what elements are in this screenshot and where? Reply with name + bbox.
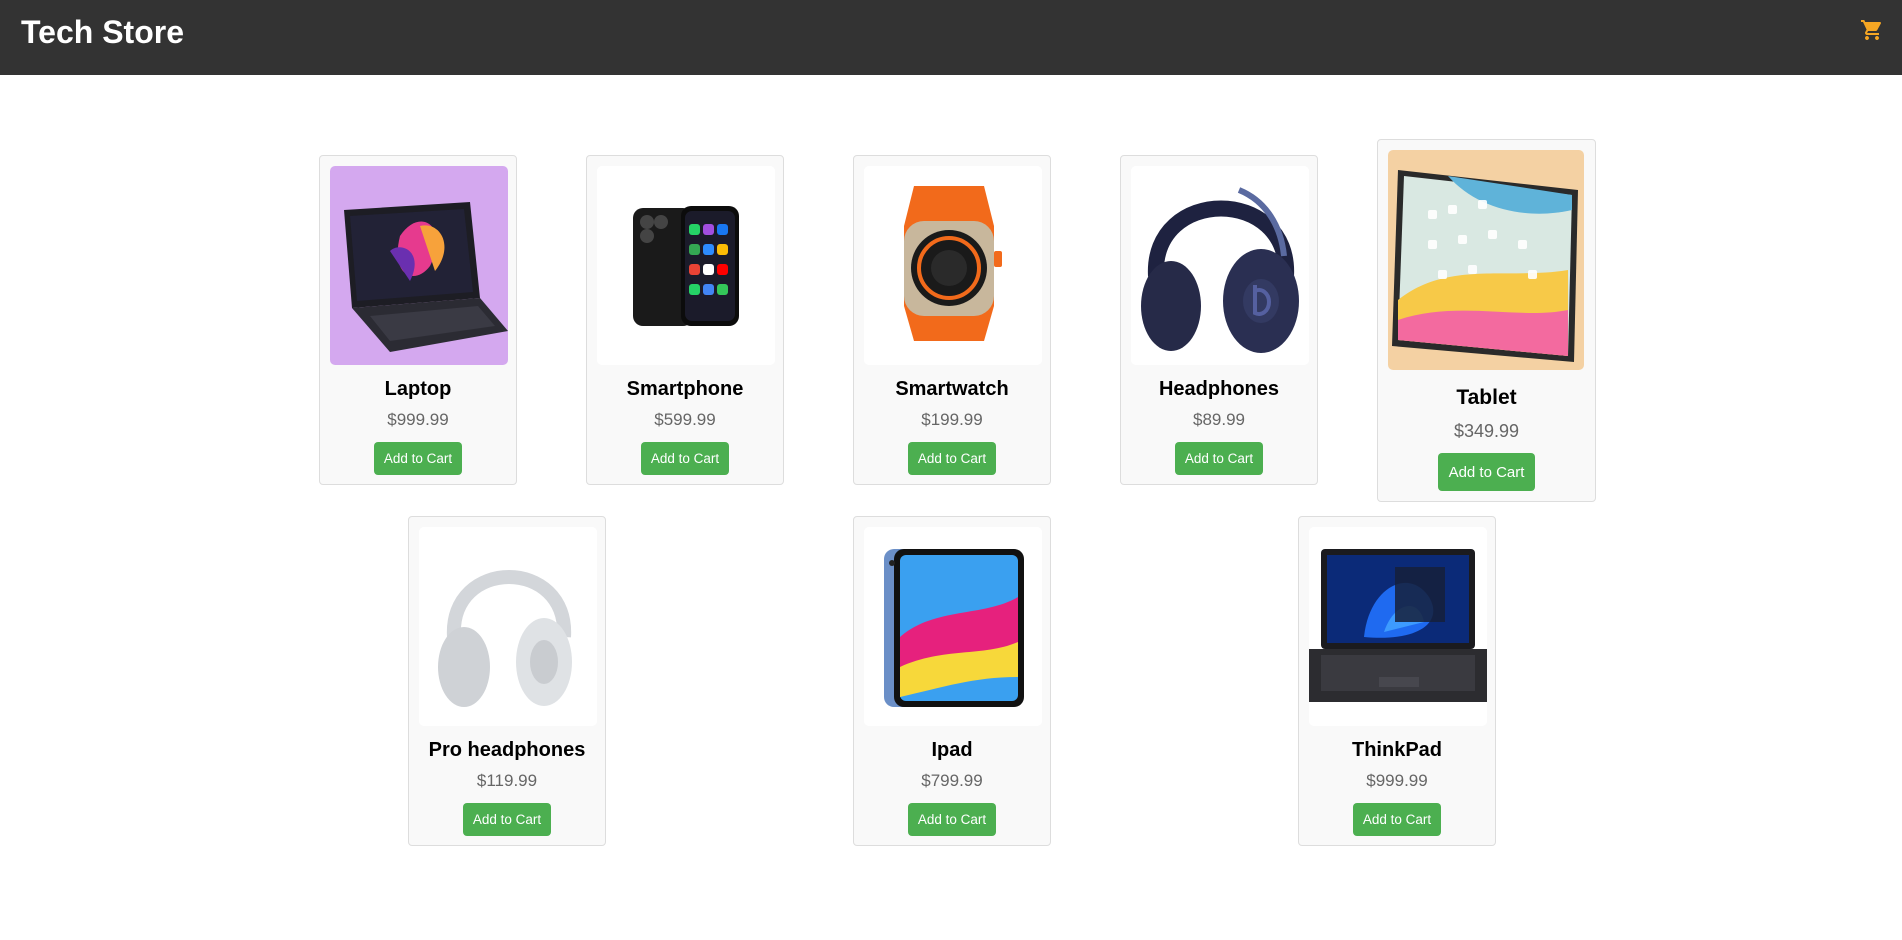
thinkpad-image: [1309, 527, 1487, 726]
add-to-cart-button[interactable]: Add to Cart: [1175, 442, 1263, 475]
product-name: Ipad: [931, 739, 973, 761]
add-to-cart-button[interactable]: Add to Cart: [908, 442, 996, 475]
product-name: Headphones: [1158, 378, 1280, 400]
product-name: Smartphone: [626, 378, 744, 400]
ipad-image: [864, 527, 1042, 726]
product-price: $199.99: [921, 410, 983, 429]
product-card: Laptop $999.99 Add to Cart: [319, 155, 517, 485]
pro-headphones-image: [419, 527, 597, 726]
product-price: $89.99: [1193, 410, 1245, 429]
site-header: Tech Store: [0, 0, 1902, 75]
product-card: Pro headphones $119.99 Add to Cart: [408, 516, 606, 846]
product-price: $999.99: [387, 410, 449, 429]
add-to-cart-button[interactable]: Add to Cart: [463, 803, 551, 836]
product-card: Ipad $799.99 Add to Cart: [853, 516, 1051, 846]
add-to-cart-button[interactable]: Add to Cart: [1438, 453, 1535, 491]
product-card: Smartphone $599.99 Add to Cart: [586, 155, 784, 485]
product-card: ThinkPad $999.99 Add to Cart: [1298, 516, 1496, 846]
headphones-image: [1131, 166, 1309, 365]
product-price: $599.99: [654, 410, 716, 429]
add-to-cart-button[interactable]: Add to Cart: [374, 442, 462, 475]
product-price: $119.99: [476, 771, 538, 790]
product-name: Pro headphones: [428, 739, 586, 761]
product-name: ThinkPad: [1351, 739, 1442, 761]
product-price: $999.99: [1366, 771, 1428, 790]
laptop-image: [330, 166, 508, 365]
product-price: $799.99: [921, 771, 983, 790]
product-price: $349.99: [1453, 421, 1520, 441]
store-title: Tech Store: [21, 14, 184, 50]
shopping-cart-icon[interactable]: [1860, 18, 1884, 42]
smartphone-image: [597, 166, 775, 365]
tablet-image: [1388, 150, 1584, 370]
product-card: Headphones $89.99 Add to Cart: [1120, 155, 1318, 485]
product-name: Tablet: [1456, 386, 1517, 409]
product-name: Smartwatch: [895, 378, 1009, 400]
add-to-cart-button[interactable]: Add to Cart: [908, 803, 996, 836]
add-to-cart-button[interactable]: Add to Cart: [641, 442, 729, 475]
add-to-cart-button[interactable]: Add to Cart: [1353, 803, 1441, 836]
product-name: Laptop: [384, 378, 452, 400]
product-card: Smartwatch $199.99 Add to Cart: [853, 155, 1051, 485]
product-card: Tablet $349.99 Add to Cart: [1377, 139, 1596, 502]
smartwatch-image: [864, 166, 1042, 365]
